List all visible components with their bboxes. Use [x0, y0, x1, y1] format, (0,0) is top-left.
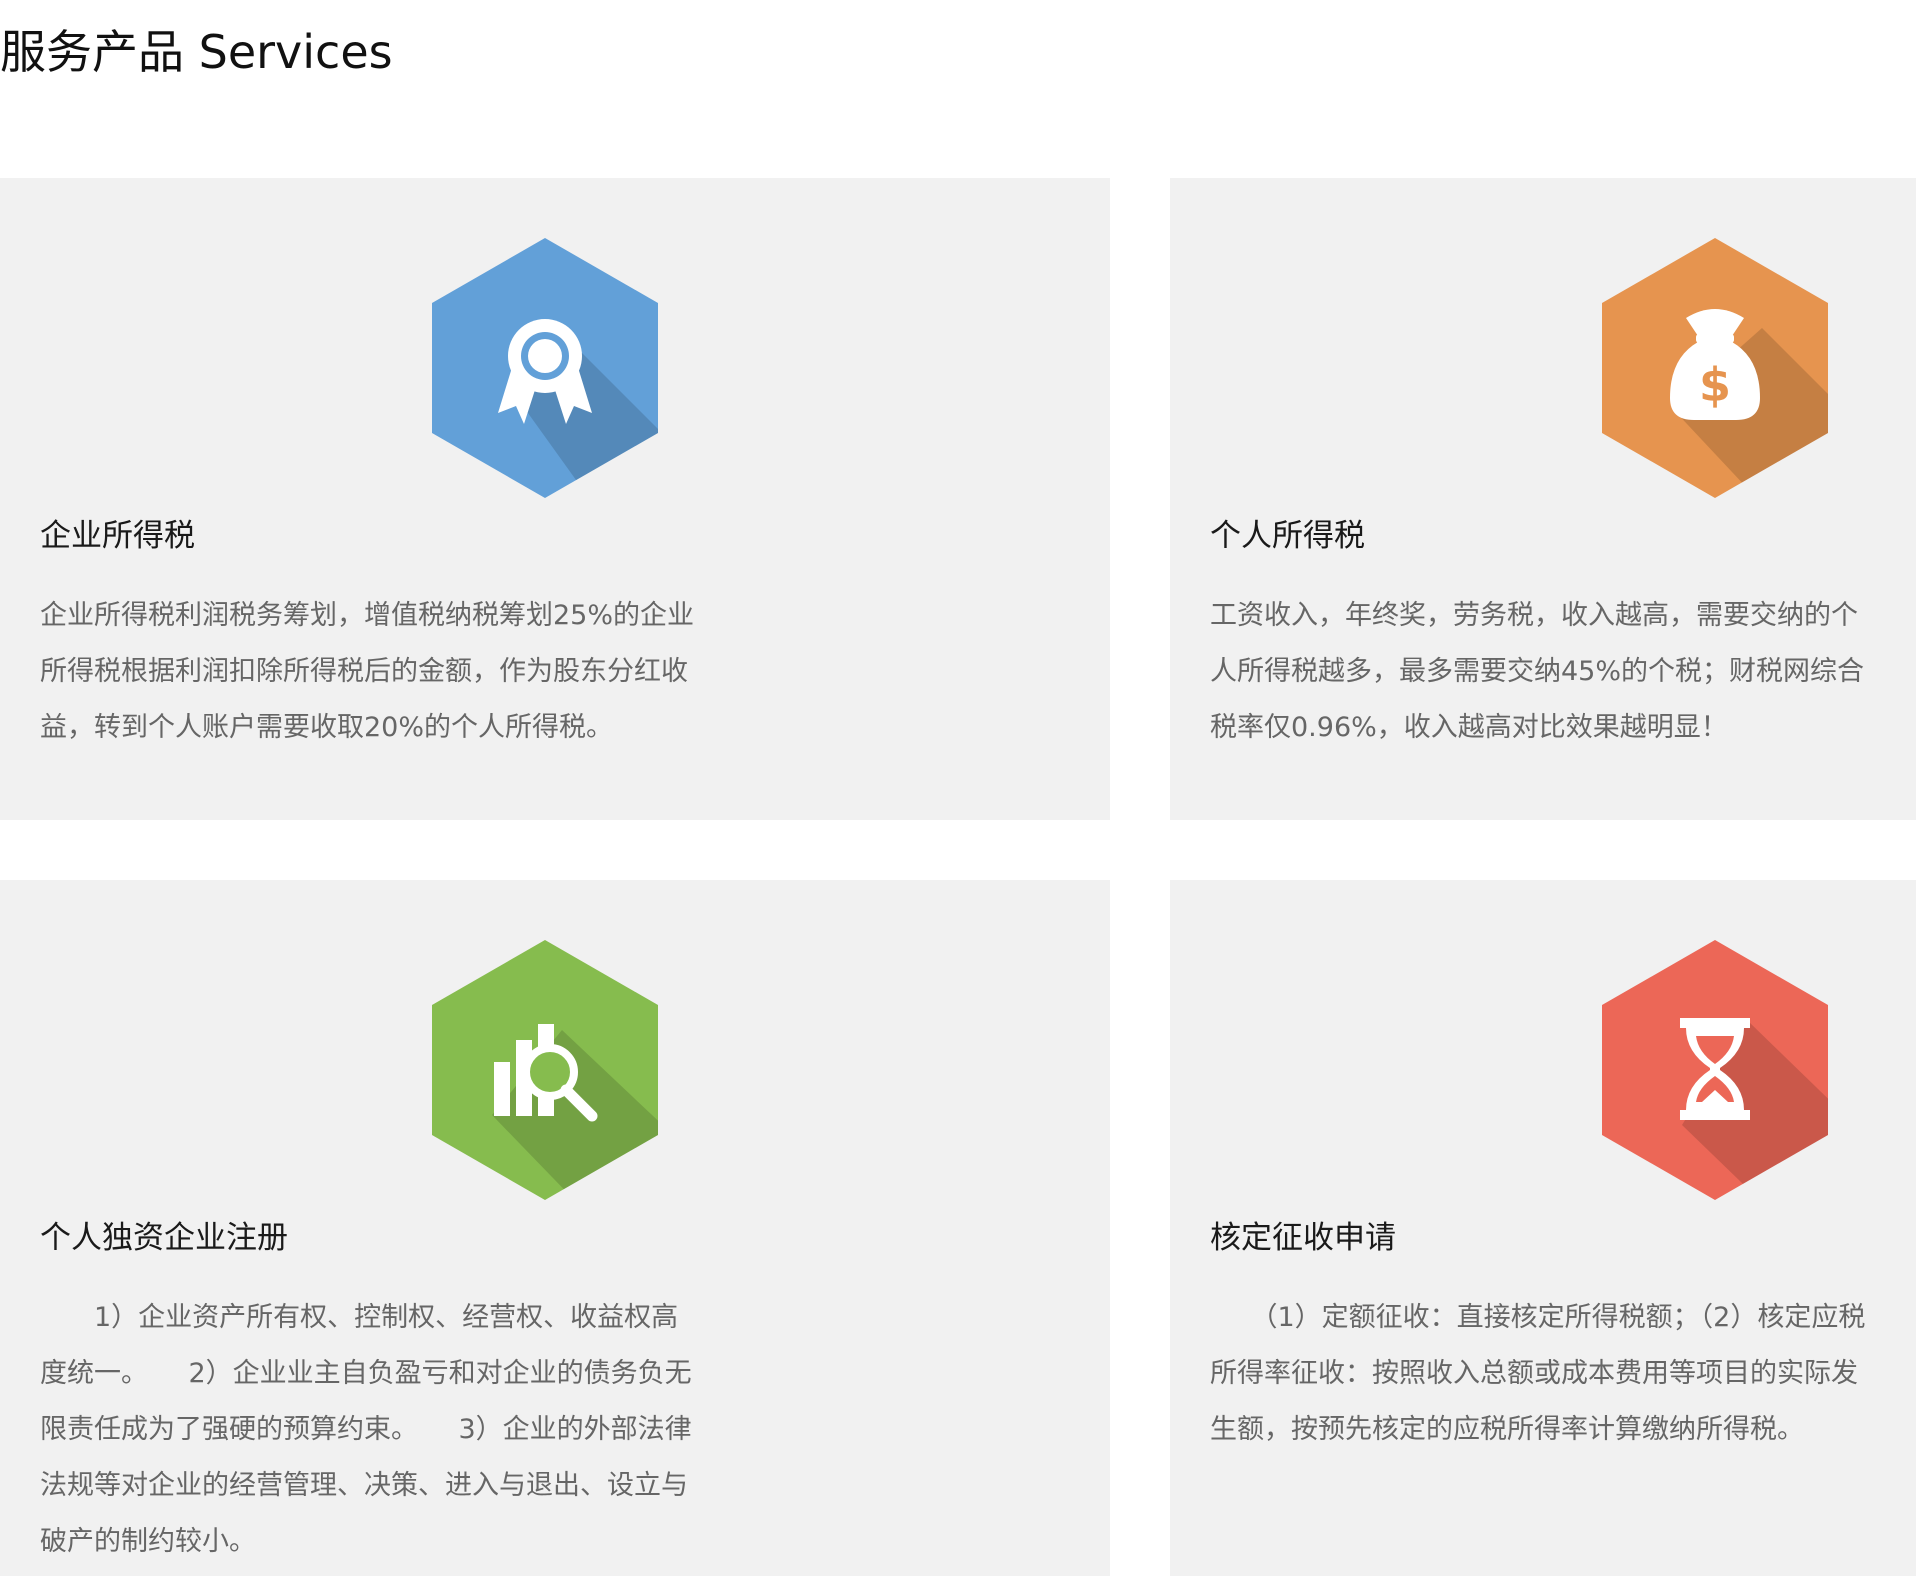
chart-search-icon	[432, 940, 658, 1200]
service-card-sole-proprietorship[interactable]: 个人独资企业注册 1）企业资产所有权、控制权、经营权、收益权高度统一。 2）企业…	[0, 880, 1110, 1576]
money-bag-icon: $	[1602, 238, 1828, 498]
service-title: 个人独资企业注册	[40, 1220, 288, 1256]
service-card-assessed-collection[interactable]: 核定征收申请 （1）定额征收：直接核定所得税额；（2）核定应税所得率征收：按照收…	[1170, 880, 1916, 1576]
svg-text:$: $	[1699, 358, 1731, 412]
service-description: 工资收入，年终奖，劳务税，收入越高，需要交纳的个人所得税越多，最多需要交纳45%…	[1210, 600, 1865, 743]
page-title: 服务产品 Services	[0, 25, 393, 79]
service-description: 1）企业资产所有权、控制权、经营权、收益权高度统一。 2）企业业主自负盈亏和对企…	[40, 1302, 692, 1557]
service-title: 企业所得税	[40, 518, 195, 554]
hourglass-icon	[1602, 940, 1828, 1200]
award-ribbon-icon	[432, 238, 658, 498]
service-card-corporate-tax[interactable]: 企业所得税 企业所得税利润税务筹划，增值税纳税筹划25%的企业所得税根据利润扣除…	[0, 178, 1110, 820]
service-description: 企业所得税利润税务筹划，增值税纳税筹划25%的企业所得税根据利润扣除所得税后的金…	[40, 600, 695, 743]
service-title: 核定征收申请	[1210, 1220, 1396, 1256]
service-description: （1）定额征收：直接核定所得税额；（2）核定应税所得率征收：按照收入总额或成本费…	[1210, 1302, 1866, 1445]
service-title: 个人所得税	[1210, 518, 1365, 554]
service-card-personal-tax[interactable]: $ 个人所得税 工资收入，年终奖，劳务税，收入越高，需要交纳的个人所得税越多，最…	[1170, 178, 1916, 820]
